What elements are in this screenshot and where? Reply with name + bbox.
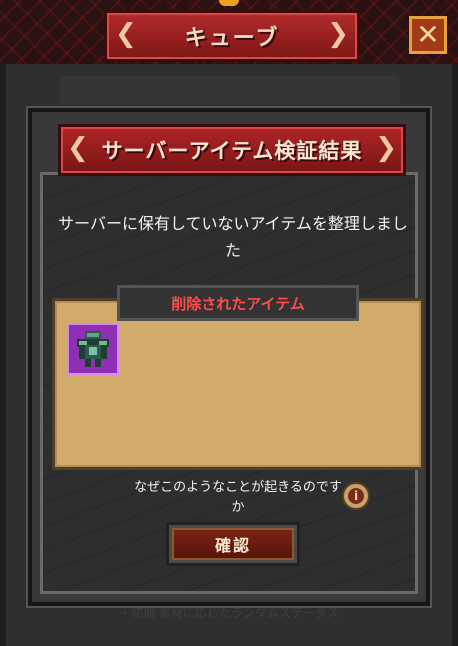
dialog-title: サーバーアイテム検証結果 (101, 139, 363, 163)
deleted-items-header: 削除されたアイテム (117, 285, 359, 321)
deleted-items-label: 削除されたアイテム (171, 294, 305, 313)
window-header: ❮ キューブ ❯ ✕ (0, 0, 458, 67)
why-does-this-happen-text: なぜこのようなことが起きるのですか (134, 480, 342, 515)
confirm-button[interactable]: 確認 (166, 522, 300, 566)
close-icon: ✕ (416, 18, 440, 51)
confirm-button-label: 確認 (214, 536, 251, 555)
window-title: キューブ (184, 26, 280, 51)
background-footer-text: ・初期 素材に応じたランダムステータス (119, 606, 339, 620)
banner-right-ornament-icon: ❯ (327, 19, 349, 49)
window-title-banner: ❮ キューブ ❯ (104, 10, 360, 62)
confirm-button-face: 確認 (172, 528, 294, 560)
armor-icon (77, 331, 109, 367)
dialog-title-banner: ❮ サーバーアイテム検証結果 ❯ (58, 124, 406, 176)
banner-left-ornament-icon: ❮ (67, 133, 89, 163)
info-button[interactable]: i (342, 482, 370, 510)
close-button[interactable]: ✕ (409, 16, 447, 54)
deleted-items-panel: 削除されたアイテム (52, 285, 424, 470)
header-gem-ornament (219, 0, 239, 6)
item-slot[interactable] (67, 323, 119, 375)
server-item-verification-dialog: ❮ サーバーアイテム検証結果 ❯ サーバーに保有していないアイテムを整理しました… (28, 108, 430, 606)
banner-left-ornament-icon: ❮ (115, 19, 137, 49)
background-tabs (60, 76, 400, 104)
info-icon: i (348, 488, 364, 504)
banner-right-ornament-icon: ❯ (375, 133, 397, 163)
dialog-message: サーバーに保有していないアイテムを整理しました (58, 214, 408, 260)
